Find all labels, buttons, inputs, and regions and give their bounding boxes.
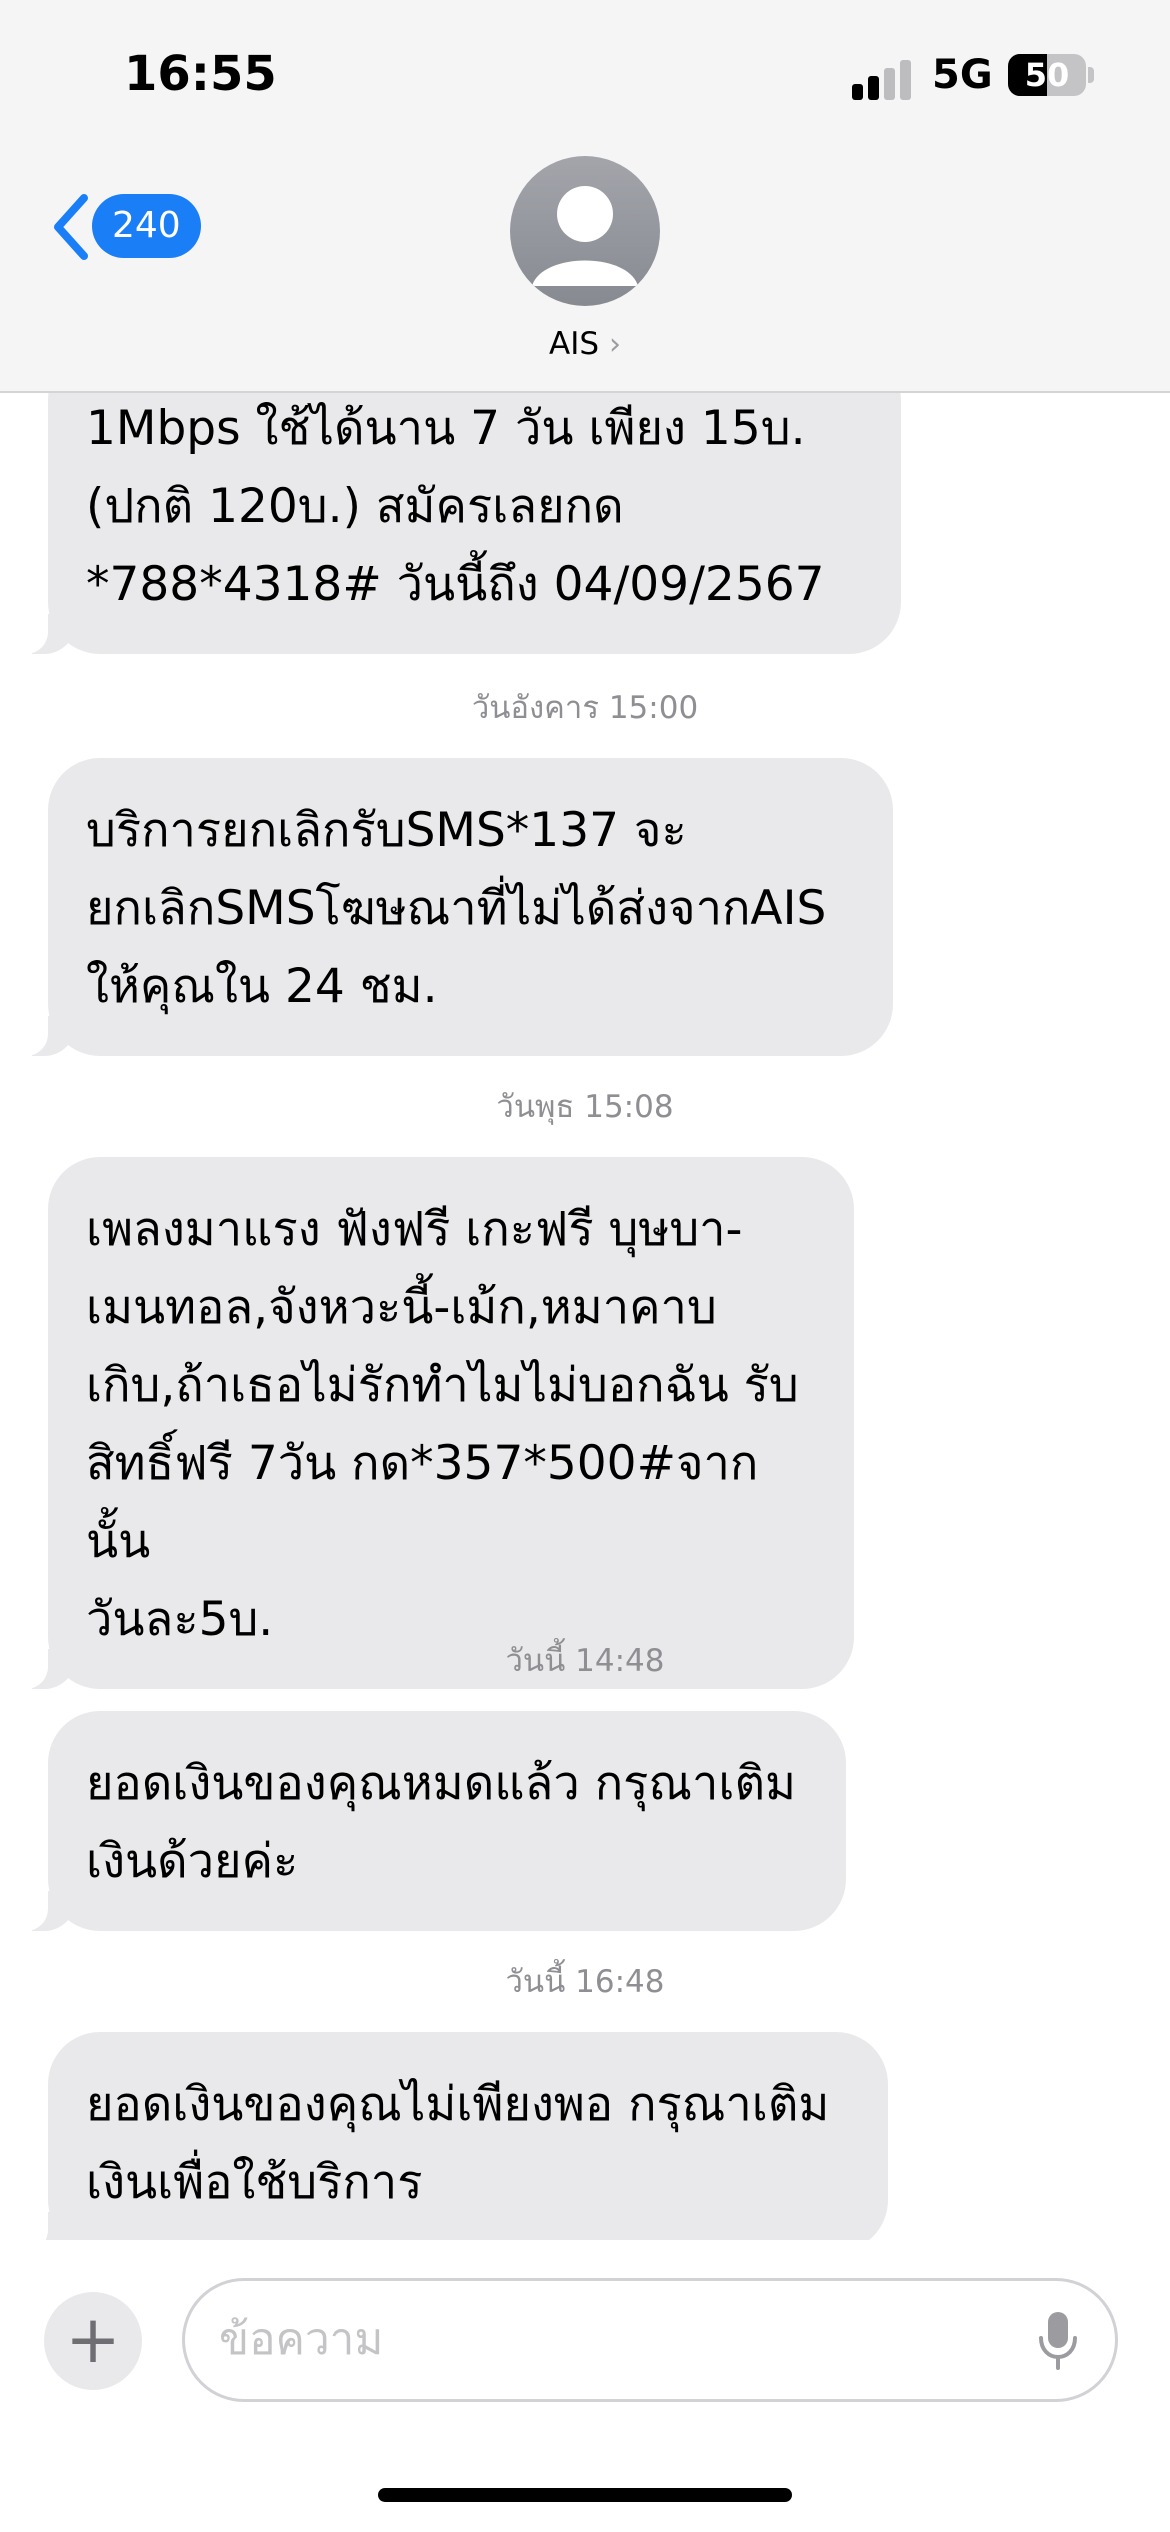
timestamp-3: วันนี้ 14:48 <box>505 1643 665 1679</box>
back-button[interactable]: 240 <box>44 186 204 266</box>
contact-name: AIS <box>549 326 600 362</box>
battery-tip <box>1088 67 1094 83</box>
contact-avatar[interactable] <box>510 156 660 306</box>
battery-icon: 50 <box>1008 54 1086 96</box>
message-bubble-2[interactable]: บริการยกเลิกรับSMS*137 จะ ยกเลิกSMSโฆษณา… <box>18 758 893 1056</box>
message-bubble-1[interactable]: 1Mbps ใช้ได้นาน 7 วัน เพียง 15บ. (ปกติ 1… <box>18 348 901 654</box>
home-indicator <box>378 2488 792 2502</box>
messages-screen: 1Mbps ใช้ได้นาน 7 วัน เพียง 15บ. (ปกติ 1… <box>0 0 1170 2532</box>
cellular-signal-icon <box>852 60 912 100</box>
timestamp-4: วันนี้ 16:48 <box>505 1964 665 2000</box>
timestamp-1: วันอังคาร 15:00 <box>471 690 699 726</box>
message-bubble-5[interactable]: ยอดเงินของคุณไม่เพียงพอ กรุณาเติม เงินเพ… <box>18 2032 888 2240</box>
unread-count-badge: 240 <box>92 194 201 258</box>
battery-percent: 50 <box>1024 56 1070 94</box>
status-time: 16:55 <box>124 46 277 102</box>
network-type: 5G <box>932 52 993 98</box>
conversation-header: 16:55 5G 50 240 AIS › <box>0 0 1170 393</box>
message-input[interactable]: ข้อความ <box>182 2278 1118 2402</box>
plus-icon: + <box>65 2301 121 2378</box>
add-attachment-button[interactable]: + <box>44 2292 142 2390</box>
person-avatar-icon <box>510 156 660 306</box>
chevron-right-icon: › <box>608 327 621 362</box>
chevron-left-icon <box>54 194 88 260</box>
timestamp-2: วันพุธ 15:08 <box>496 1089 674 1125</box>
message-bubble-3[interactable]: เพลงมาแรง ฟังฟรี เกะฟรี บุษบา- เมนทอล,จั… <box>18 1157 854 1689</box>
message-input-placeholder: ข้อความ <box>219 2314 384 2365</box>
contact-name-button[interactable]: AIS › <box>0 326 1170 362</box>
microphone-icon[interactable] <box>1036 2310 1080 2372</box>
message-bubble-4[interactable]: ยอดเงินของคุณหมดแล้ว กรุณาเติม เงินด้วยค… <box>18 1711 846 1931</box>
